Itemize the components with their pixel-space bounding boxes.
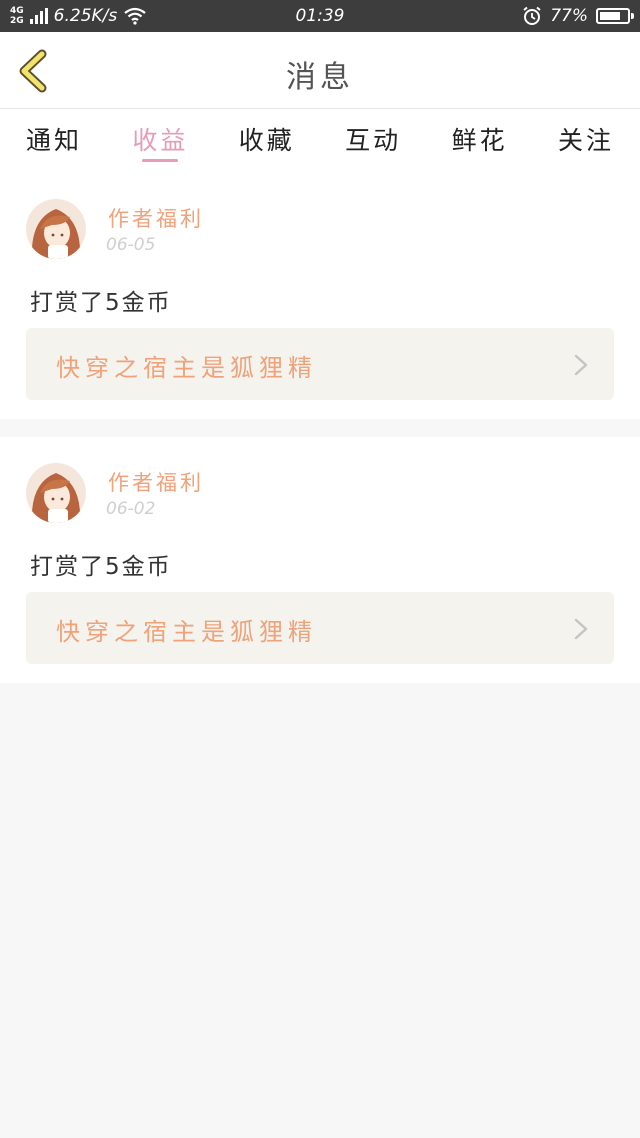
alarm-icon xyxy=(523,6,541,25)
message-text: 打赏了5金币 xyxy=(30,290,172,316)
avatar[interactable] xyxy=(26,463,86,523)
page-title: 消息 xyxy=(286,60,354,95)
battery-icon xyxy=(596,8,634,24)
book-title: 快穿之宿主是狐狸精 xyxy=(56,618,317,646)
tab-label: 鲜花 xyxy=(451,126,508,155)
battery-percent: 77% xyxy=(550,6,588,26)
message-date: 06-05 xyxy=(106,235,156,255)
tab-label: 收藏 xyxy=(238,126,295,155)
status-right: 77% xyxy=(522,6,634,26)
book-link[interactable]: 快穿之宿主是狐狸精 xyxy=(26,592,614,664)
message-text: 打赏了5金币 xyxy=(30,554,172,580)
network-top: 4G xyxy=(10,6,24,16)
chevron-right-icon xyxy=(574,354,588,376)
message-date: 06-02 xyxy=(106,499,156,519)
top-nav-bar: 消息 xyxy=(0,32,640,109)
tab-favorites[interactable]: 收藏 xyxy=(239,109,295,173)
tab-interactions[interactable]: 互动 xyxy=(345,109,401,173)
message-card: 作者福利 06-05 打赏了5金币 快穿之宿主是狐狸精 xyxy=(0,173,640,419)
chevron-right-icon xyxy=(574,618,588,640)
status-left: 4G 2G 6.25K/s xyxy=(10,6,147,26)
network-bottom: 2G xyxy=(10,16,24,26)
message-card: 作者福利 06-02 打赏了5金币 快穿之宿主是狐狸精 xyxy=(0,437,640,683)
signal-icon xyxy=(29,8,48,24)
tab-notice[interactable]: 通知 xyxy=(26,109,82,173)
avatar[interactable] xyxy=(26,199,86,259)
tab-label: 收益 xyxy=(132,126,189,155)
book-link[interactable]: 快穿之宿主是狐狸精 xyxy=(26,328,614,400)
avatar-image xyxy=(26,199,86,259)
book-title: 快穿之宿主是狐狸精 xyxy=(56,354,317,382)
tab-flowers[interactable]: 鲜花 xyxy=(452,109,508,173)
sender-name: 作者福利 xyxy=(108,207,204,231)
wifi-icon xyxy=(124,7,146,25)
tab-following[interactable]: 关注 xyxy=(558,109,614,173)
status-bar: 4G 2G 6.25K/s 01:39 77% xyxy=(0,0,640,32)
tab-label: 关注 xyxy=(557,126,614,155)
tab-label: 通知 xyxy=(26,126,83,155)
avatar-image xyxy=(26,463,86,523)
battery-fill xyxy=(600,12,621,20)
sender-name: 作者福利 xyxy=(108,471,204,495)
tab-bar: 通知 收益 收藏 互动 鲜花 关注 xyxy=(0,109,640,173)
tab-indicator xyxy=(142,159,179,162)
tab-label: 互动 xyxy=(345,126,402,155)
network-speed: 6.25K/s xyxy=(53,6,118,26)
network-type: 4G 2G xyxy=(10,6,24,26)
tab-earnings[interactable]: 收益 xyxy=(132,109,188,173)
